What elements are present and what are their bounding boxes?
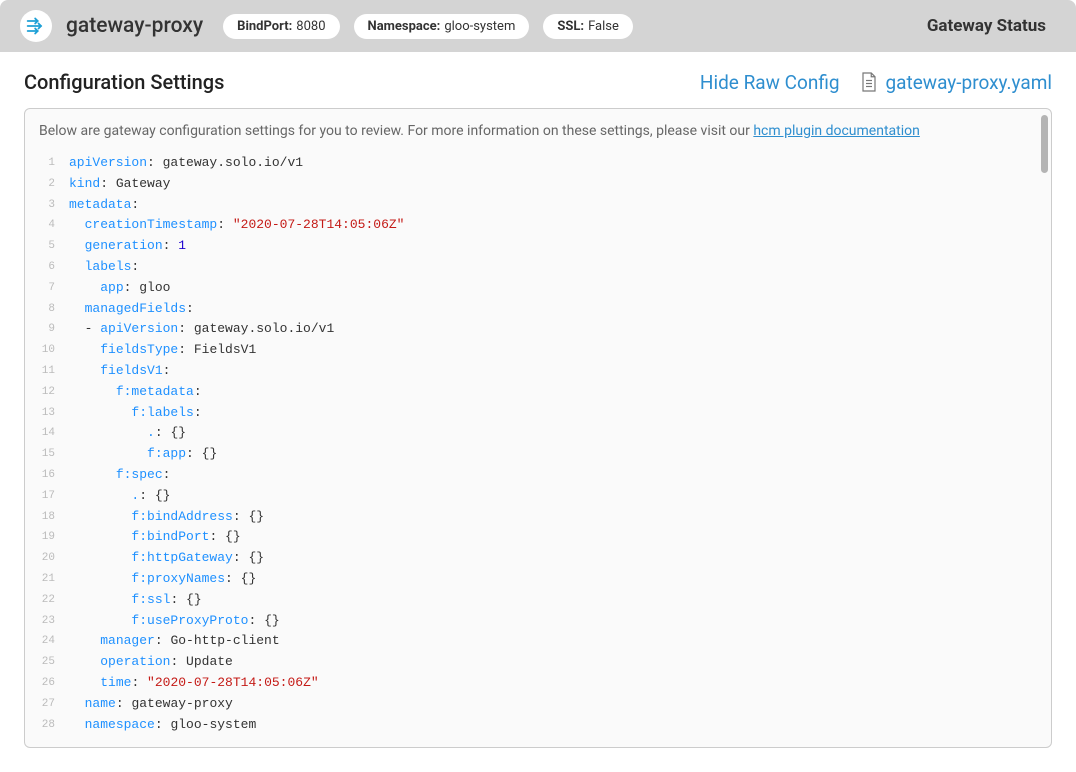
code-line: 16 f:spec: (39, 465, 1037, 486)
code-line: 21 f:proxyNames: {} (39, 569, 1037, 590)
line-number: 10 (39, 340, 69, 361)
line-number: 9 (39, 319, 69, 340)
line-number: 15 (39, 444, 69, 465)
code-line: 7 app: gloo (39, 278, 1037, 299)
ssl-value: False (588, 19, 619, 34)
code-line: 5 generation: 1 (39, 236, 1037, 257)
scrollbar-thumb[interactable] (1041, 115, 1048, 173)
code-line: 10 fieldsType: FieldsV1 (39, 340, 1037, 361)
line-number: 22 (39, 590, 69, 611)
line-number: 19 (39, 527, 69, 548)
config-settings-title: Configuration Settings (24, 70, 224, 94)
yaml-filename: gateway-proxy.yaml (886, 71, 1052, 94)
line-number: 7 (39, 278, 69, 299)
code-line: 20 f:httpGateway: {} (39, 548, 1037, 569)
line-number: 16 (39, 465, 69, 486)
gateway-status-link[interactable]: Gateway Status (927, 16, 1046, 36)
file-icon (860, 71, 878, 93)
line-number: 1 (39, 153, 69, 174)
config-panel: Below are gateway configuration settings… (24, 108, 1052, 748)
bindport-label: BindPort: (237, 19, 292, 34)
hcm-docs-link[interactable]: hcm plugin documentation (753, 123, 920, 139)
line-number: 23 (39, 611, 69, 632)
line-number: 18 (39, 507, 69, 528)
line-number: 11 (39, 361, 69, 382)
page-title: gateway-proxy (66, 14, 203, 38)
subheader: Configuration Settings Hide Raw Config g… (0, 52, 1076, 108)
line-number: 24 (39, 631, 69, 652)
line-number: 14 (39, 423, 69, 444)
line-number: 3 (39, 195, 69, 216)
code-line: 2kind: Gateway (39, 174, 1037, 195)
code-line: 13 f:labels: (39, 403, 1037, 424)
code-line: 26 time: "2020-07-28T14:05:06Z" (39, 673, 1037, 694)
code-line: 12 f:metadata: (39, 382, 1037, 403)
line-number: 2 (39, 174, 69, 195)
code-line: 24 manager: Go-http-client (39, 631, 1037, 652)
line-number: 27 (39, 694, 69, 715)
line-number: 13 (39, 403, 69, 424)
gateway-icon (20, 10, 52, 42)
code-line: 27 name: gateway-proxy (39, 694, 1037, 715)
namespace-value: gloo-system (444, 19, 515, 34)
yaml-file-link[interactable]: gateway-proxy.yaml (860, 71, 1052, 94)
line-number: 12 (39, 382, 69, 403)
yaml-code-block[interactable]: 1apiVersion: gateway.solo.io/v12kind: Ga… (39, 153, 1037, 735)
line-number: 26 (39, 673, 69, 694)
code-line: 17 .: {} (39, 486, 1037, 507)
code-line: 3metadata: (39, 195, 1037, 216)
panel-description: Below are gateway configuration settings… (39, 123, 1037, 139)
line-number: 21 (39, 569, 69, 590)
line-number: 25 (39, 652, 69, 673)
line-number: 5 (39, 236, 69, 257)
code-line: 15 f:app: {} (39, 444, 1037, 465)
namespace-pill: Namespace: gloo-system (354, 14, 530, 39)
ssl-label: SSL: (557, 19, 584, 34)
code-line: 28 namespace: gloo-system (39, 715, 1037, 736)
bindport-value: 8080 (296, 19, 325, 34)
header-bar: gateway-proxy BindPort: 8080 Namespace: … (0, 0, 1076, 52)
code-line: 1apiVersion: gateway.solo.io/v1 (39, 153, 1037, 174)
line-number: 20 (39, 548, 69, 569)
bindport-pill: BindPort: 8080 (223, 14, 339, 39)
code-line: 8 managedFields: (39, 299, 1037, 320)
panel-desc-text: Below are gateway configuration settings… (39, 123, 753, 139)
line-number: 17 (39, 486, 69, 507)
code-line: 23 f:useProxyProto: {} (39, 611, 1037, 632)
line-number: 4 (39, 215, 69, 236)
hide-raw-config-button[interactable]: Hide Raw Config (700, 71, 840, 94)
code-line: 14 .: {} (39, 423, 1037, 444)
code-line: 6 labels: (39, 257, 1037, 278)
page-container: gateway-proxy BindPort: 8080 Namespace: … (0, 0, 1076, 748)
code-line: 9 - apiVersion: gateway.solo.io/v1 (39, 319, 1037, 340)
line-number: 6 (39, 257, 69, 278)
line-number: 28 (39, 715, 69, 736)
ssl-pill: SSL: False (543, 14, 633, 39)
code-line: 25 operation: Update (39, 652, 1037, 673)
code-line: 4 creationTimestamp: "2020-07-28T14:05:0… (39, 215, 1037, 236)
line-number: 8 (39, 299, 69, 320)
namespace-label: Namespace: (368, 19, 441, 34)
code-line: 22 f:ssl: {} (39, 590, 1037, 611)
code-line: 19 f:bindPort: {} (39, 527, 1037, 548)
code-line: 18 f:bindAddress: {} (39, 507, 1037, 528)
code-line: 11 fieldsV1: (39, 361, 1037, 382)
